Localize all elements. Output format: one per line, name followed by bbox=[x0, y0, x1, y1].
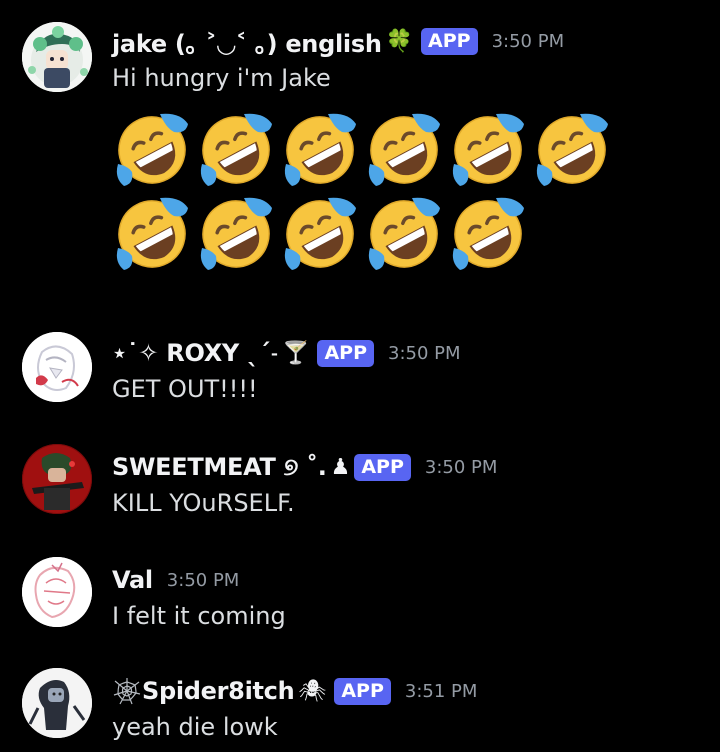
emoji-row bbox=[110, 192, 630, 276]
rolling-on-the-floor-laughing-emoji[interactable] bbox=[278, 192, 362, 276]
message-text: GET OUT!!!! bbox=[112, 375, 258, 403]
emoji-row bbox=[110, 108, 630, 192]
username[interactable]: ⋆˙✧ ROXY ˎˊ˗ bbox=[112, 339, 278, 367]
message-text: KILL YOuRSELF. bbox=[112, 489, 295, 517]
rolling-on-the-floor-laughing-emoji[interactable] bbox=[446, 192, 530, 276]
app-badge: APP bbox=[317, 339, 374, 367]
timestamp: 3:50 PM bbox=[388, 342, 461, 364]
message-text: yeah die lowk bbox=[112, 713, 278, 741]
avatar-spider8itch[interactable] bbox=[22, 668, 92, 738]
username[interactable]: Val bbox=[112, 566, 153, 594]
app-badge: APP bbox=[334, 677, 391, 705]
avatar-sweetmeat[interactable] bbox=[22, 444, 92, 514]
rolling-on-the-floor-laughing-emoji[interactable] bbox=[278, 108, 362, 192]
message-text: Hi hungry i'm Jake bbox=[112, 64, 331, 92]
avatar-val[interactable] bbox=[22, 557, 92, 627]
message-header: SWEETMEAT ୭ ˚. ♟ APP 3:50 PM bbox=[112, 450, 497, 484]
message-header: jake (｡ ˃◡˂ ｡) english 🍀 APP 3:50 PM bbox=[112, 24, 564, 58]
rolling-on-the-floor-laughing-emoji[interactable] bbox=[446, 108, 530, 192]
message-sweetmeat: SWEETMEAT ୭ ˚. ♟ APP 3:50 PM KILL YOuRSE… bbox=[0, 432, 720, 532]
timestamp: 3:50 PM bbox=[424, 456, 498, 478]
cocktail-icon: 🍸 bbox=[282, 340, 310, 366]
app-badge: APP bbox=[354, 453, 411, 481]
spider-icon: 🕷 bbox=[298, 678, 327, 704]
rolling-on-the-floor-laughing-emoji[interactable] bbox=[110, 192, 194, 276]
clover-icon: 🍀 bbox=[385, 28, 414, 54]
emoji-grid bbox=[110, 108, 630, 276]
spider-web-icon bbox=[112, 677, 142, 705]
message-header: ⋆˙✧ ROXY ˎˊ˗ 🍸 APP 3:50 PM bbox=[112, 336, 461, 370]
message-val: Val 3:50 PM I felt it coming bbox=[0, 545, 720, 645]
rolling-on-the-floor-laughing-emoji[interactable] bbox=[362, 192, 446, 276]
avatar-roxy[interactable] bbox=[22, 332, 92, 402]
username[interactable]: jake (｡ ˃◡˂ ｡) english bbox=[112, 24, 382, 59]
message-header: Val 3:50 PM bbox=[112, 563, 239, 597]
message-text: I felt it coming bbox=[112, 602, 286, 630]
message-spider8itch: Spider8itch 🕷 APP 3:51 PM yeah die lowk bbox=[0, 656, 720, 752]
message-roxy: ⋆˙✧ ROXY ˎˊ˗ 🍸 APP 3:50 PM GET OUT!!!! bbox=[0, 318, 720, 418]
rolling-on-the-floor-laughing-emoji[interactable] bbox=[110, 108, 194, 192]
avatar-jake[interactable] bbox=[22, 22, 92, 92]
username[interactable]: Spider8itch bbox=[142, 677, 295, 705]
rolling-on-the-floor-laughing-emoji[interactable] bbox=[194, 108, 278, 192]
chess-pawn-icon: ♟ bbox=[330, 454, 351, 480]
timestamp: 3:50 PM bbox=[491, 30, 565, 52]
rolling-on-the-floor-laughing-emoji[interactable] bbox=[362, 108, 446, 192]
username[interactable]: SWEETMEAT ୭ ˚. bbox=[112, 453, 327, 481]
rolling-on-the-floor-laughing-emoji[interactable] bbox=[530, 108, 614, 192]
message-jake: jake (｡ ˃◡˂ ｡) english 🍀 APP 3:50 PM Hi … bbox=[0, 0, 720, 290]
app-badge: APP bbox=[421, 27, 478, 55]
message-header: Spider8itch 🕷 APP 3:51 PM bbox=[112, 674, 477, 708]
timestamp: 3:50 PM bbox=[166, 569, 240, 591]
rolling-on-the-floor-laughing-emoji[interactable] bbox=[194, 192, 278, 276]
timestamp: 3:51 PM bbox=[404, 680, 478, 702]
